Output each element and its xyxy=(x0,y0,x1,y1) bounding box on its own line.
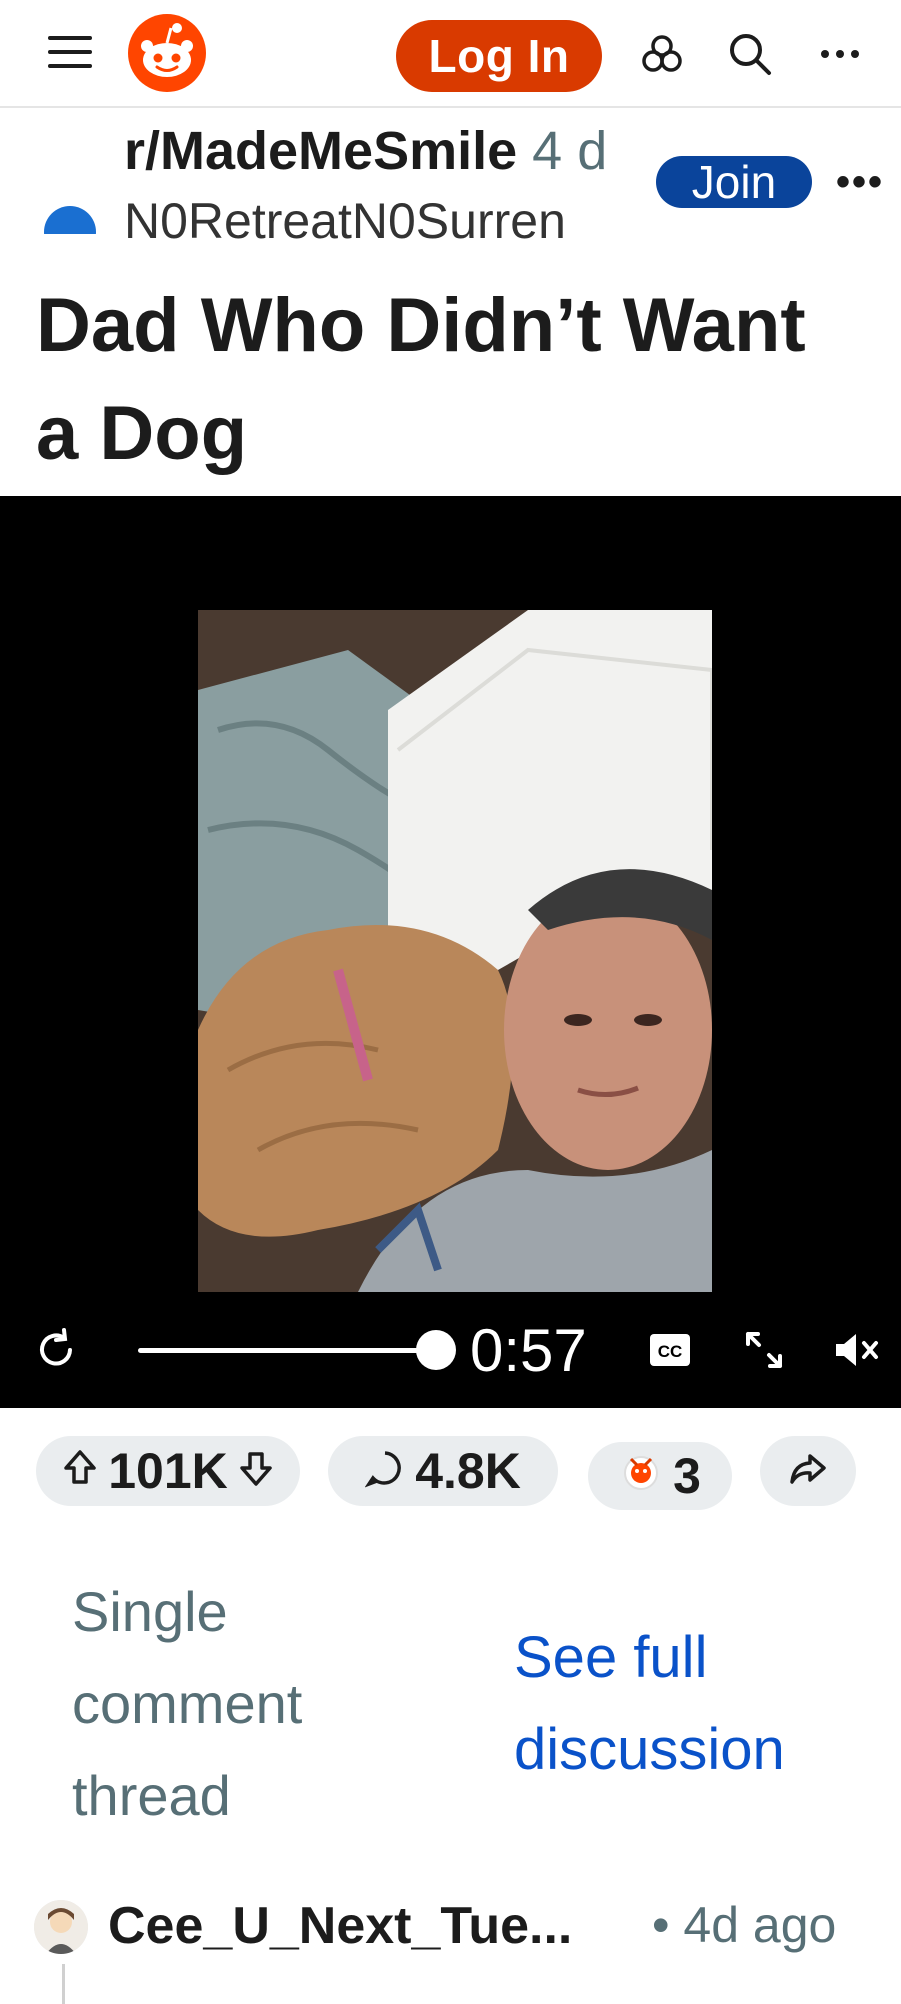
post-author[interactable]: N0RetreatN0Surren xyxy=(124,192,612,250)
login-button[interactable]: Log In xyxy=(396,20,602,92)
subreddit-label[interactable]: r/MadeMeSmile xyxy=(124,121,517,181)
captions-label: CC xyxy=(658,1342,683,1361)
downvote-icon[interactable] xyxy=(238,1442,274,1500)
share-button[interactable] xyxy=(760,1436,856,1506)
single-thread-label: Single comment thread xyxy=(72,1580,303,1827)
join-button[interactable]: Join xyxy=(656,156,812,208)
thread-line[interactable] xyxy=(62,1964,65,2004)
comment-icon xyxy=(364,1442,405,1500)
post-title[interactable]: Dad Who Didn’t Want a Dog xyxy=(36,272,856,488)
replay-icon[interactable] xyxy=(28,1322,84,1378)
share-icon xyxy=(788,1442,828,1500)
comments-button[interactable]: 4.8K xyxy=(328,1436,558,1506)
award-icon xyxy=(619,1447,663,1505)
see-full-discussion-link[interactable]: See full discussion xyxy=(514,1612,874,1796)
award-count: 3 xyxy=(673,1448,701,1504)
upvote-icon[interactable] xyxy=(62,1442,98,1500)
comment-avatar[interactable] xyxy=(34,1900,88,1954)
get-app-icon[interactable] xyxy=(638,30,686,78)
video-time: 0:57 xyxy=(470,1317,587,1384)
post-age: 4 d xyxy=(532,121,608,181)
post-more-icon[interactable]: ••• xyxy=(836,160,884,205)
award-button[interactable]: 3 xyxy=(588,1442,732,1510)
upvote-count: 101K xyxy=(108,1443,228,1499)
subreddit-name[interactable]: r/MadeMeSmile 4 d xyxy=(124,120,612,182)
video-progress-bar[interactable] xyxy=(138,1348,449,1353)
comment-age: • 4d ago xyxy=(652,1897,837,1953)
captions-icon[interactable]: CC xyxy=(644,1322,696,1378)
comment-author[interactable]: Cee_U_Next_Tue... xyxy=(108,1896,572,1956)
video-thumbnail[interactable] xyxy=(198,610,712,1292)
fullscreen-icon[interactable] xyxy=(736,1322,792,1378)
vote-pill: 101K xyxy=(36,1436,300,1506)
reddit-logo[interactable] xyxy=(128,14,206,92)
comment-count: 4.8K xyxy=(415,1443,521,1499)
more-options-icon[interactable] xyxy=(816,30,864,78)
menu-icon[interactable] xyxy=(48,36,92,72)
search-icon[interactable] xyxy=(726,30,774,78)
mute-icon[interactable] xyxy=(826,1322,886,1378)
video-progress-handle[interactable] xyxy=(416,1330,457,1370)
subreddit-avatar[interactable] xyxy=(44,206,96,234)
